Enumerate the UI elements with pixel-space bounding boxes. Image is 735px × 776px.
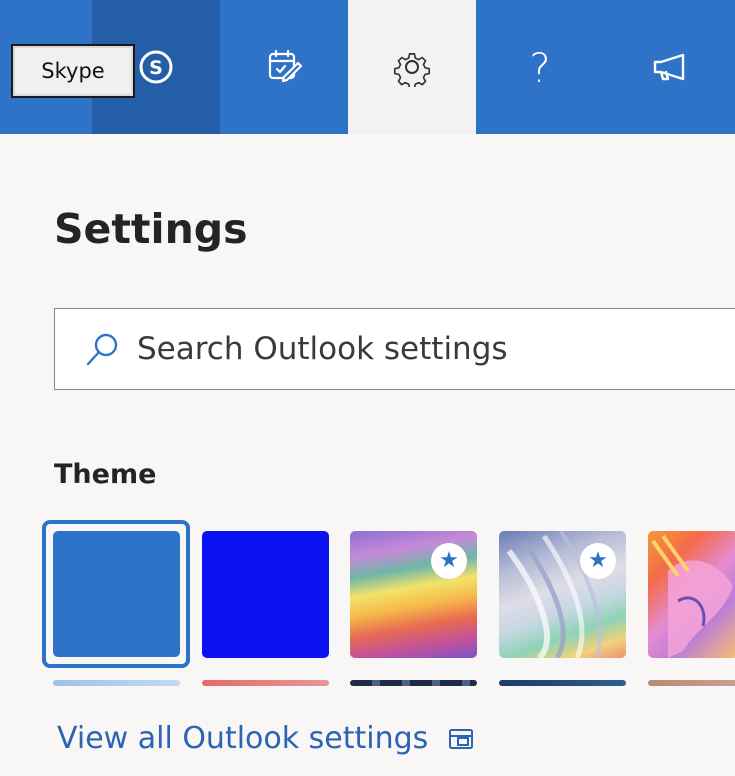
theme-section-label: Theme: [54, 459, 157, 490]
search-icon: [86, 333, 118, 366]
theme-tile-partial[interactable]: [648, 680, 735, 686]
settings-button[interactable]: [348, 0, 476, 134]
view-all-settings-label: View all Outlook settings: [57, 721, 429, 756]
help-button[interactable]: ?: [476, 0, 604, 134]
help-icon: ?: [529, 46, 550, 90]
theme-tile-unicorn[interactable]: [648, 531, 735, 658]
theme-tile-swirl[interactable]: ★: [499, 531, 626, 658]
gear-icon: [393, 53, 431, 87]
theme-tile-partial[interactable]: [350, 680, 477, 686]
page-title: Settings: [54, 205, 248, 253]
view-all-settings-link[interactable]: View all Outlook settings: [57, 721, 474, 756]
search-input[interactable]: [137, 331, 697, 367]
theme-tile-partial[interactable]: [499, 680, 626, 686]
search-box[interactable]: [54, 308, 735, 390]
theme-tile-dark-blue[interactable]: [202, 531, 329, 658]
skype-icon: S: [139, 50, 173, 84]
premium-star-icon: ★: [431, 543, 467, 579]
theme-tile-partial[interactable]: [202, 680, 329, 686]
theme-tile-blue[interactable]: [53, 531, 180, 657]
svg-text:?: ?: [529, 46, 550, 90]
unicorn-pattern: [651, 534, 733, 658]
skype-tooltip: Skype: [11, 44, 135, 98]
theme-tile-rainbow[interactable]: ★: [350, 531, 477, 658]
megaphone-icon: [653, 53, 684, 81]
svg-text:S: S: [149, 57, 163, 79]
my-day-button[interactable]: [220, 0, 348, 134]
feedback-button[interactable]: [604, 0, 735, 134]
premium-star-icon: ★: [580, 543, 616, 579]
calendar-check-icon: [268, 49, 303, 83]
open-in-window-icon: [449, 728, 474, 749]
theme-tile-partial[interactable]: [53, 680, 180, 686]
